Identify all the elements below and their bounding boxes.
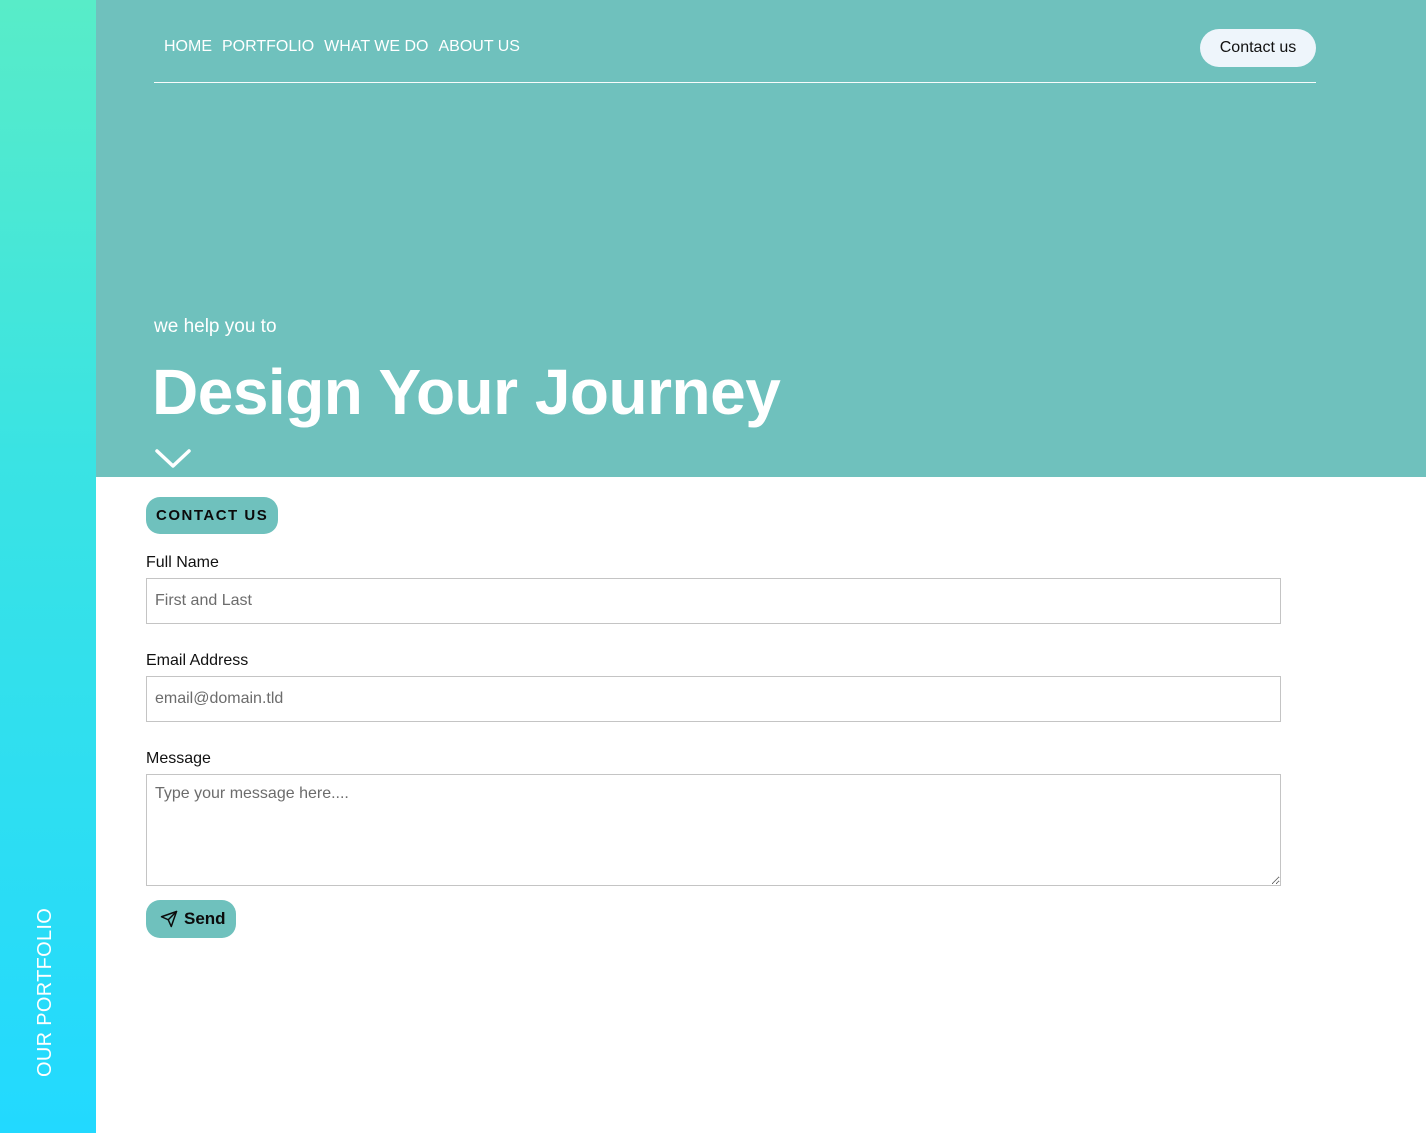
nav-links: HOME PORTFOLIO WHAT WE DO ABOUT US xyxy=(164,38,530,56)
send-button[interactable]: Send xyxy=(146,900,236,938)
email-label: Email Address xyxy=(146,652,249,669)
nav-link-about-us[interactable]: ABOUT US xyxy=(438,38,520,56)
sidebar: OUR PORTFOLIO xyxy=(0,0,96,1133)
email-input[interactable] xyxy=(146,676,1281,722)
send-button-label: Send xyxy=(184,909,226,928)
nav-link-portfolio[interactable]: PORTFOLIO xyxy=(222,38,314,56)
full-name-label: Full Name xyxy=(146,554,219,571)
paper-plane-icon xyxy=(160,910,178,928)
top-nav: HOME PORTFOLIO WHAT WE DO ABOUT US Conta… xyxy=(154,0,1316,83)
message-label: Message xyxy=(146,750,211,767)
hero-title: Design Your Journey xyxy=(152,356,781,428)
sidebar-label[interactable]: OUR PORTFOLIO xyxy=(34,908,56,1077)
contact-us-button[interactable]: Contact us xyxy=(1200,29,1316,67)
full-name-input[interactable] xyxy=(146,578,1281,624)
hero-subtitle: we help you to xyxy=(154,316,277,337)
message-textarea[interactable] xyxy=(146,774,1281,886)
contact-us-badge: CONTACT US xyxy=(146,497,279,534)
nav-link-home[interactable]: HOME xyxy=(164,38,212,56)
hero-section: HOME PORTFOLIO WHAT WE DO ABOUT US Conta… xyxy=(96,0,1426,477)
chevron-down-icon[interactable] xyxy=(154,446,192,472)
nav-link-what-we-do[interactable]: WHAT WE DO xyxy=(324,38,428,56)
contact-form: CONTACT US Full Name Email Address Messa… xyxy=(146,497,1281,938)
